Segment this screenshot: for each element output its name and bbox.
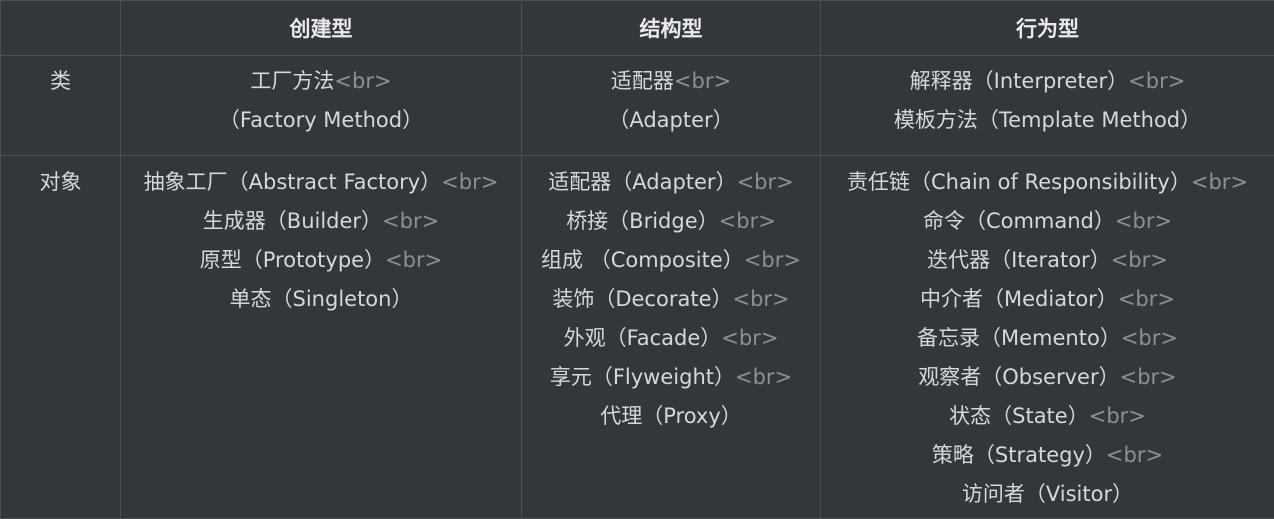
br-tag-text: <br> — [1106, 443, 1163, 467]
br-tag-text: <br> — [1191, 170, 1248, 194]
pattern-name: 原型（Prototype） — [200, 248, 385, 272]
pattern-name: 抽象工厂（Abstract Factory） — [144, 170, 442, 194]
br-tag-text: <br> — [737, 170, 794, 194]
table-row-object: 对象 抽象工厂（Abstract Factory）<br>生成器（Builder… — [1, 156, 1274, 519]
pattern-entry: 组成 （Composite）<br> — [522, 241, 820, 280]
pattern-entry: 适配器（Adapter）<br> — [522, 163, 820, 202]
header-structural: 结构型 — [522, 1, 821, 56]
pattern-name: 适配器（Adapter） — [548, 170, 736, 194]
pattern-name: 责任链（Chain of Responsibility） — [847, 170, 1191, 194]
pattern-name: 装饰（Decorate） — [552, 287, 732, 311]
pattern-name: 组成 （Composite） — [541, 248, 744, 272]
pattern-entry: 观察者（Observer）<br> — [821, 358, 1274, 397]
pattern-entry: 策略（Strategy）<br> — [821, 436, 1274, 475]
pattern-name: 解释器（Interpreter） — [910, 69, 1129, 93]
header-behavioral: 行为型 — [821, 1, 1274, 56]
br-tag-text: <br> — [1121, 326, 1178, 350]
pattern-name: 备忘录（Memento） — [917, 326, 1121, 350]
cell-object-behavioral: 责任链（Chain of Responsibility）<br>命令（Comma… — [821, 156, 1274, 519]
pattern-name: 观察者（Observer） — [918, 365, 1119, 389]
pattern-entry: 责任链（Chain of Responsibility）<br> — [821, 163, 1274, 202]
pattern-entry: 享元（Flyweight）<br> — [522, 358, 820, 397]
pattern-name: （Adapter） — [608, 108, 733, 132]
pattern-name: 中介者（Mediator） — [920, 287, 1118, 311]
br-tag-text: <br> — [1111, 248, 1168, 272]
pattern-entry: 迭代器（Iterator）<br> — [821, 241, 1274, 280]
br-tag-text: <br> — [1118, 287, 1175, 311]
pattern-entry: 单态（Singleton） — [121, 280, 521, 319]
header-corner — [1, 1, 121, 56]
pattern-name: 命令（Command） — [923, 209, 1115, 233]
br-tag-text: <br> — [1128, 69, 1185, 93]
pattern-entry: 访问者（Visitor） — [821, 475, 1274, 514]
pattern-name: 访问者（Visitor） — [962, 482, 1133, 506]
header-row: 创建型 结构型 行为型 — [1, 1, 1274, 56]
pattern-entry: 适配器<br> — [522, 62, 820, 101]
br-tag-text: <br> — [674, 69, 731, 93]
br-tag-text: <br> — [735, 365, 792, 389]
pattern-entry: 生成器（Builder）<br> — [121, 202, 521, 241]
pattern-name: 工厂方法 — [250, 69, 334, 93]
br-tag-text: <br> — [441, 170, 498, 194]
pattern-name: （Factory Method） — [219, 108, 423, 132]
pattern-entry: 装饰（Decorate）<br> — [522, 280, 820, 319]
header-creational: 创建型 — [121, 1, 522, 56]
pattern-entry: 外观（Facade）<br> — [522, 319, 820, 358]
pattern-entry: 代理（Proxy） — [522, 397, 820, 436]
pattern-entry: 抽象工厂（Abstract Factory）<br> — [121, 163, 521, 202]
pattern-entry: 状态（State）<br> — [821, 397, 1274, 436]
row-label-class: 类 — [1, 56, 121, 156]
pattern-entry: 桥接（Bridge）<br> — [522, 202, 820, 241]
table-row-class: 类 工厂方法<br>（Factory Method） 适配器<br>（Adapt… — [1, 56, 1274, 156]
pattern-entry: 命令（Command）<br> — [821, 202, 1274, 241]
pattern-entry: 解释器（Interpreter）<br> — [821, 62, 1274, 101]
br-tag-text: <br> — [385, 248, 442, 272]
br-tag-text: <br> — [732, 287, 789, 311]
pattern-entry: （Factory Method） — [121, 101, 521, 140]
br-tag-text: <br> — [1089, 404, 1146, 428]
br-tag-text: <br> — [721, 326, 778, 350]
pattern-name: 外观（Facade） — [564, 326, 722, 350]
pattern-entry: 中介者（Mediator）<br> — [821, 280, 1274, 319]
br-tag-text: <br> — [1120, 365, 1177, 389]
pattern-entry: （Adapter） — [522, 101, 820, 140]
pattern-name: 模板方法（Template Method） — [894, 108, 1201, 132]
pattern-name: 桥接（Bridge） — [566, 209, 718, 233]
cell-object-creational: 抽象工厂（Abstract Factory）<br>生成器（Builder）<b… — [121, 156, 522, 519]
br-tag-text: <br> — [744, 248, 801, 272]
design-patterns-table: 创建型 结构型 行为型 类 工厂方法<br>（Factory Method） 适… — [0, 0, 1274, 519]
cell-class-structural: 适配器<br> （Adapter） — [522, 56, 821, 156]
br-tag-text: <br> — [719, 209, 776, 233]
pattern-name: 单态（Singleton） — [230, 287, 413, 311]
pattern-entry: 备忘录（Memento）<br> — [821, 319, 1274, 358]
pattern-name: 生成器（Builder） — [203, 209, 382, 233]
pattern-entry: 模板方法（Template Method） — [821, 101, 1274, 140]
pattern-name: 策略（Strategy） — [932, 443, 1106, 467]
br-tag-text: <br> — [382, 209, 439, 233]
pattern-name: 状态（State） — [949, 404, 1089, 428]
pattern-entry: 原型（Prototype）<br> — [121, 241, 521, 280]
pattern-name: 享元（Flyweight） — [550, 365, 735, 389]
row-label-object: 对象 — [1, 156, 121, 519]
pattern-name: 代理（Proxy） — [600, 404, 742, 428]
cell-class-creational: 工厂方法<br> （Factory Method） — [121, 56, 522, 156]
pattern-entry: 工厂方法<br> — [121, 62, 521, 101]
cell-class-behavioral: 解释器（Interpreter）<br> 模板方法（Template Method… — [821, 56, 1274, 156]
pattern-name: 适配器 — [611, 69, 674, 93]
br-tag-text: <br> — [334, 69, 391, 93]
cell-object-structural: 适配器（Adapter）<br>桥接（Bridge）<br>组成 （Compos… — [522, 156, 821, 519]
pattern-name: 迭代器（Iterator） — [927, 248, 1111, 272]
br-tag-text: <br> — [1115, 209, 1172, 233]
